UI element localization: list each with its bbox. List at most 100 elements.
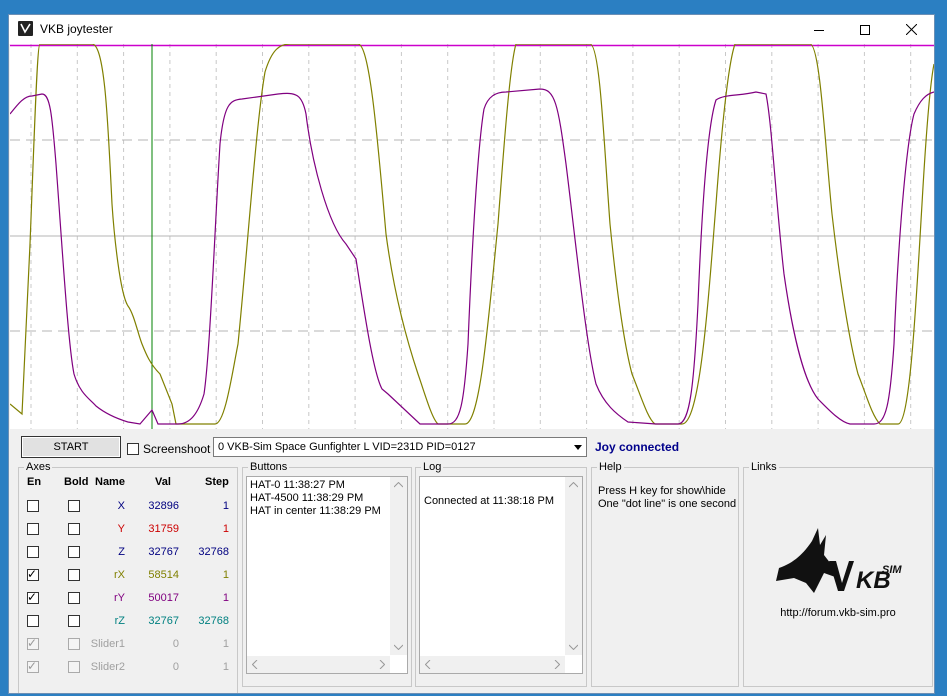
enable-checkbox[interactable] <box>27 500 39 512</box>
header-val: Val <box>155 476 171 488</box>
log-horizontal-scrollbar[interactable] <box>420 656 565 673</box>
scroll-down-icon[interactable] <box>394 644 403 650</box>
scroll-left-icon[interactable] <box>252 660 258 669</box>
help-line: Press H key for show\hide <box>598 485 726 497</box>
axes-group: Axes En Bold Name Val Step X 32896 1 Y 31759… <box>18 461 238 693</box>
header-en: En <box>27 476 42 488</box>
axis-value: 50017 <box>148 592 179 604</box>
scroll-down-icon[interactable] <box>569 644 578 650</box>
axis-value: 31759 <box>148 523 179 535</box>
axis-step: 1 <box>222 592 229 604</box>
help-group: Help Press H key for show\hide One "dot … <box>591 461 739 687</box>
scroll-right-icon[interactable] <box>379 660 385 669</box>
title-bar[interactable]: VKB joytester <box>9 15 934 44</box>
app-window: VKB joytester START Screenshoot 0 VKB-Si… <box>8 14 935 694</box>
axis-step: 32768 <box>198 615 229 627</box>
axis-value: 58514 <box>148 569 179 581</box>
forum-link[interactable]: http://forum.vkb-sim.pro <box>744 607 932 619</box>
axis-value: 0 <box>172 638 179 650</box>
axis-row: X 32896 1 <box>19 497 237 519</box>
header-step: Step <box>205 476 229 488</box>
help-group-title: Help <box>597 461 624 473</box>
enable-checkbox[interactable]: ✓ <box>27 567 39 581</box>
enable-checkbox[interactable] <box>27 523 39 535</box>
close-button[interactable] <box>888 15 934 44</box>
axis-step: 32768 <box>198 546 229 558</box>
axis-step: 1 <box>222 569 229 581</box>
scroll-right-icon[interactable] <box>554 660 560 669</box>
log-lines: Connected at 11:38:18 PM <box>424 495 554 508</box>
chevron-down-icon[interactable] <box>569 438 586 456</box>
scroll-up-icon[interactable] <box>394 482 403 488</box>
axes-group-title: Axes <box>24 461 53 473</box>
device-select[interactable]: 0 VKB-Sim Space Gunfighter L VID=231D PI… <box>213 437 587 457</box>
enable-checkbox[interactable]: ✓ <box>27 659 39 673</box>
axis-value: 0 <box>172 661 179 673</box>
bold-checkbox[interactable] <box>68 546 80 558</box>
help-text: Press H key for show\hide One "dot line"… <box>598 485 736 511</box>
control-panel: START Screenshoot 0 VKB-Sim Space Gunfig… <box>9 429 934 693</box>
bold-checkbox[interactable] <box>68 500 80 512</box>
buttons-group-title: Buttons <box>248 461 290 473</box>
scroll-left-icon[interactable] <box>425 660 431 669</box>
window-title: VKB joytester <box>40 22 113 36</box>
maximize-button[interactable] <box>842 15 888 44</box>
device-select-value: 0 VKB-Sim Space Gunfighter L VID=231D PI… <box>218 441 476 453</box>
close-icon <box>905 24 917 35</box>
bold-checkbox[interactable] <box>68 592 80 604</box>
minimize-button[interactable] <box>796 15 842 44</box>
axis-step: 1 <box>222 500 229 512</box>
trace-plot <box>10 44 934 429</box>
buttons-horizontal-scrollbar[interactable] <box>247 656 390 673</box>
axis-row: rZ 32767 32768 <box>19 612 237 634</box>
bold-checkbox[interactable] <box>68 523 80 535</box>
axis-row: ✓ Slider2 0 1 <box>19 658 237 680</box>
log-listbox[interactable]: Connected at 11:38:18 PM <box>419 476 583 674</box>
help-line: One "dot line" is one second <box>598 498 737 510</box>
axis-value: 32896 <box>148 500 179 512</box>
axis-value: 32767 <box>148 546 179 558</box>
axis-row: Y 31759 1 <box>19 520 237 542</box>
bold-checkbox[interactable] <box>68 638 80 650</box>
axis-row: ✓ Slider1 0 1 <box>19 635 237 657</box>
header-bold: Bold <box>64 476 89 488</box>
list-item: HAT in center 11:38:29 PM <box>250 505 381 517</box>
svg-text:SIM: SIM <box>882 564 902 576</box>
list-item: HAT-4500 11:38:29 PM <box>250 492 364 504</box>
list-item: Connected at 11:38:18 PM <box>424 495 555 507</box>
scroll-up-icon[interactable] <box>569 482 578 488</box>
enable-checkbox[interactable] <box>27 546 39 558</box>
axis-row: ✓ rX 58514 1 <box>19 566 237 588</box>
log-vertical-scrollbar[interactable] <box>565 477 582 655</box>
axis-step: 1 <box>222 523 229 535</box>
ry-trace <box>10 88 934 425</box>
vkb-app-icon <box>18 21 33 36</box>
screenshot-label: Screenshoot <box>143 442 211 456</box>
list-item: HAT-0 11:38:27 PM <box>250 479 345 491</box>
maximize-icon <box>860 24 870 35</box>
vkb-sim-logo: KB SIM <box>776 528 902 594</box>
screenshot-checkbox[interactable] <box>127 443 139 455</box>
minimize-icon <box>814 29 824 31</box>
log-group-title: Log <box>421 461 444 473</box>
buttons-listbox[interactable]: HAT-0 11:38:27 PM HAT-4500 11:38:29 PM H… <box>246 476 408 674</box>
bold-checkbox[interactable] <box>68 661 80 673</box>
start-button[interactable]: START <box>21 436 121 458</box>
buttons-vertical-scrollbar[interactable] <box>390 477 407 655</box>
bold-checkbox[interactable] <box>68 615 80 627</box>
enable-checkbox[interactable] <box>27 615 39 627</box>
enable-checkbox[interactable]: ✓ <box>27 590 39 604</box>
axis-step: 1 <box>222 661 229 673</box>
bold-checkbox[interactable] <box>68 569 80 581</box>
links-group-title: Links <box>749 461 779 473</box>
enable-checkbox[interactable]: ✓ <box>27 636 39 650</box>
rx-trace <box>10 44 934 425</box>
axis-step: 1 <box>222 638 229 650</box>
connection-status: Joy connected <box>595 440 680 454</box>
links-group: Links KB SIM http://forum.vkb-sim.pro <box>743 461 933 687</box>
axis-row: ✓ rY 50017 1 <box>19 589 237 611</box>
axis-row: Z 32767 32768 <box>19 543 237 565</box>
axis-value: 32767 <box>148 615 179 627</box>
header-name: Name <box>95 476 125 488</box>
buttons-lines: HAT-0 11:38:27 PM HAT-4500 11:38:29 PM H… <box>250 479 381 518</box>
